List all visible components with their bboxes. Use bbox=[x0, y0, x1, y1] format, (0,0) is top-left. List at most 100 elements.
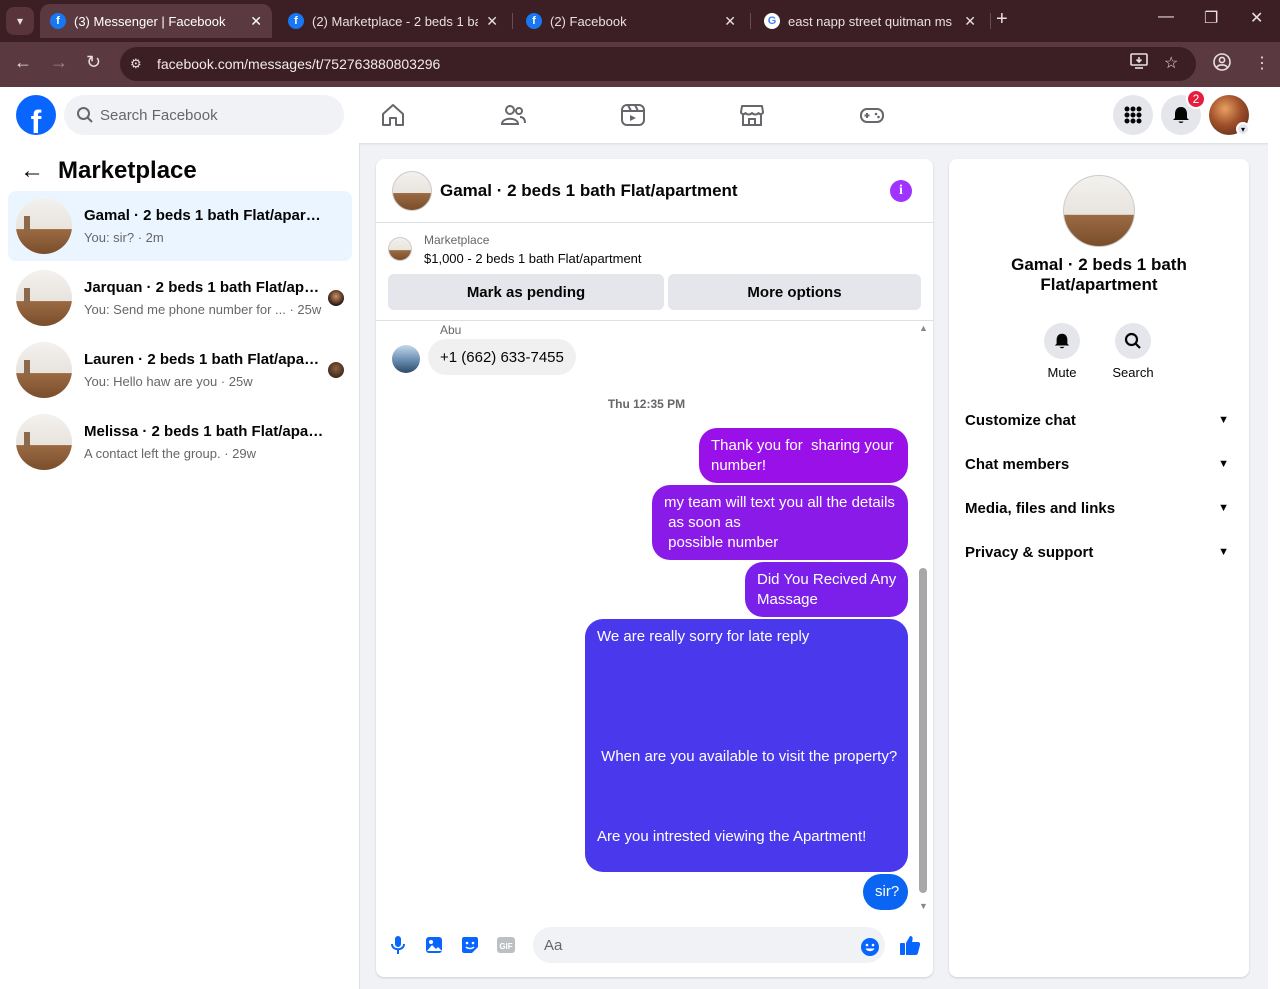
maximize-icon[interactable]: ❐ bbox=[1204, 8, 1218, 28]
profile-icon[interactable] bbox=[1213, 53, 1231, 76]
message-composer: GIF bbox=[376, 913, 933, 977]
message-line: as soon as bbox=[664, 514, 741, 531]
browser-tab-google[interactable]: G east napp street quitman ms po ✕ bbox=[754, 4, 986, 38]
media-files-links-section[interactable]: Media, files and links ▼ bbox=[965, 486, 1233, 530]
chevron-down-icon: ▼ bbox=[1218, 414, 1229, 426]
close-tab-icon[interactable]: ✕ bbox=[724, 13, 736, 30]
tab-search-button[interactable]: ▾ bbox=[6, 7, 34, 35]
friends-icon[interactable] bbox=[500, 102, 526, 128]
browser-tab-messenger[interactable]: f (3) Messenger | Facebook ✕ bbox=[40, 4, 272, 38]
listing-label: Marketplace bbox=[424, 233, 490, 247]
tab-separator bbox=[512, 13, 513, 29]
url-text[interactable]: facebook.com/messages/t/752763880803296 bbox=[157, 56, 440, 72]
close-tab-icon[interactable]: ✕ bbox=[250, 13, 262, 30]
microphone-icon[interactable] bbox=[388, 935, 408, 955]
info-icon[interactable]: i bbox=[890, 180, 912, 202]
url-omnibox[interactable]: ⚙ facebook.com/messages/t/75276388080329… bbox=[120, 47, 1196, 81]
new-tab-icon[interactable]: + bbox=[996, 8, 1008, 31]
outgoing-message-bubble[interactable]: Thank you for sharing your number! bbox=[699, 428, 908, 483]
browser-tab-bar: ▾ f (3) Messenger | Facebook ✕ f (2) Mar… bbox=[0, 0, 1280, 42]
seen-avatar bbox=[328, 362, 344, 378]
marketplace-icon[interactable] bbox=[739, 102, 765, 128]
message-line: Did You Recived Any bbox=[757, 571, 897, 588]
listing-thumbnail[interactable] bbox=[388, 237, 412, 261]
outgoing-message-bubble[interactable]: We are really sorry for late reply When … bbox=[585, 619, 908, 872]
back-icon[interactable]: ← bbox=[14, 52, 32, 73]
gaming-icon[interactable] bbox=[859, 102, 885, 128]
listing-description[interactable]: $1,000 - 2 beds 1 bath Flat/apartment bbox=[424, 251, 642, 266]
bell-icon bbox=[1054, 333, 1070, 349]
more-options-button[interactable]: More options bbox=[668, 274, 921, 310]
chat-members-section[interactable]: Chat members ▼ bbox=[965, 442, 1233, 486]
close-tab-icon[interactable]: ✕ bbox=[964, 13, 976, 30]
reload-icon[interactable]: ↻ bbox=[86, 52, 101, 73]
conversation-item[interactable]: Lauren · 2 beds 1 bath Flat/apart... You… bbox=[8, 335, 352, 405]
conversation-preview: You: Send me phone number for ... · 25w bbox=[84, 302, 322, 317]
message-line: number! bbox=[711, 457, 767, 474]
message-list[interactable]: Abu +1 (662) 633-7455 Thu 12:35 PM Thank… bbox=[376, 321, 933, 913]
incoming-message-bubble[interactable]: +1 (662) 633-7455 bbox=[428, 339, 576, 375]
outgoing-message-bubble[interactable]: sir? bbox=[863, 874, 908, 910]
message-scrollbar-thumb[interactable] bbox=[919, 568, 927, 893]
message-line bbox=[597, 767, 896, 787]
facebook-logo-icon[interactable]: f bbox=[16, 95, 56, 135]
video-icon[interactable] bbox=[620, 102, 646, 128]
browser-tab-marketplace[interactable]: f (2) Marketplace - 2 beds 1 bath ✕ bbox=[278, 4, 508, 38]
message-input-box[interactable] bbox=[533, 927, 885, 963]
tab-title: (3) Messenger | Facebook bbox=[74, 13, 226, 29]
scroll-up-arrow-icon[interactable]: ▲ bbox=[919, 323, 928, 333]
chat-title[interactable]: Gamal · 2 beds 1 bath Flat/apartment bbox=[440, 181, 738, 201]
close-tab-icon[interactable]: ✕ bbox=[486, 13, 498, 30]
search-input[interactable] bbox=[100, 106, 330, 124]
conversation-avatar[interactable] bbox=[1063, 175, 1135, 247]
tab-separator bbox=[990, 13, 991, 29]
sticker-icon[interactable] bbox=[460, 935, 480, 955]
browser-tab-facebook[interactable]: f (2) Facebook ✕ bbox=[516, 4, 746, 38]
panel-title: Marketplace bbox=[58, 157, 197, 184]
bell-icon bbox=[1173, 107, 1189, 123]
tab-separator bbox=[750, 13, 751, 29]
conversation-preview: You: sir? · 2m bbox=[84, 230, 164, 245]
scroll-down-arrow-icon[interactable]: ▼ bbox=[919, 901, 928, 911]
conversation-item[interactable]: Jarquan · 2 beds 1 bath Flat/apa... You:… bbox=[8, 263, 352, 333]
listing-banner: Marketplace $1,000 - 2 beds 1 bath Flat/… bbox=[376, 223, 933, 321]
message-line: Massage bbox=[757, 591, 818, 608]
minimize-icon[interactable]: — bbox=[1158, 8, 1174, 26]
customize-chat-section[interactable]: Customize chat ▼ bbox=[965, 398, 1233, 442]
outgoing-message-bubble[interactable]: my team will text you all the details as… bbox=[652, 485, 908, 560]
privacy-support-section[interactable]: Privacy & support ▼ bbox=[965, 530, 1233, 574]
section-label: Customize chat bbox=[965, 411, 1076, 429]
browser-menu-icon[interactable]: ⋮ bbox=[1254, 53, 1270, 73]
facebook-search-box[interactable] bbox=[64, 95, 344, 135]
search-icon bbox=[77, 107, 93, 123]
mark-as-pending-button[interactable]: Mark as pending bbox=[388, 274, 664, 310]
install-app-icon[interactable] bbox=[1130, 53, 1148, 74]
mute-button[interactable]: Mute bbox=[1032, 323, 1092, 380]
section-label: Chat members bbox=[965, 455, 1070, 473]
account-chevron-down-icon[interactable]: ▾ bbox=[1236, 122, 1250, 136]
page-scrollbar[interactable] bbox=[1268, 87, 1280, 989]
tab-title: (2) Marketplace - 2 beds 1 bath bbox=[312, 13, 479, 29]
photo-icon[interactable] bbox=[424, 935, 444, 955]
conversation-name: Gamal · 2 beds 1 bath Flat/apartment bbox=[1011, 255, 1187, 294]
message-input[interactable] bbox=[544, 936, 844, 954]
chat-avatar[interactable] bbox=[392, 170, 432, 211]
back-arrow-icon[interactable]: ← bbox=[20, 157, 44, 185]
window-close-icon[interactable]: ✕ bbox=[1250, 8, 1263, 28]
home-icon[interactable] bbox=[380, 102, 406, 128]
message-line bbox=[597, 787, 896, 807]
conversation-item[interactable]: Gamal · 2 beds 1 bath Flat/apartm... You… bbox=[8, 191, 352, 261]
facebook-favicon-icon: f bbox=[50, 13, 66, 29]
thumbs-up-icon[interactable] bbox=[899, 934, 921, 956]
site-info-icon[interactable]: ⚙ bbox=[130, 56, 146, 72]
outgoing-message-bubble[interactable]: Did You Recived Any Massage bbox=[745, 562, 908, 617]
conversation-item[interactable]: Melissa · 2 beds 1 bath Flat/apart... A … bbox=[8, 407, 352, 477]
forward-icon[interactable]: → bbox=[50, 52, 68, 73]
gif-icon[interactable]: GIF bbox=[496, 935, 516, 955]
sender-avatar[interactable] bbox=[392, 345, 420, 373]
bookmark-star-icon[interactable]: ☆ bbox=[1164, 53, 1178, 73]
search-conversation-button[interactable]: Search bbox=[1103, 323, 1163, 380]
menu-grid-button[interactable] bbox=[1113, 95, 1153, 135]
emoji-icon[interactable] bbox=[860, 937, 880, 957]
conversation-name: Melissa · 2 beds 1 bath Flat/apart... bbox=[84, 423, 324, 440]
